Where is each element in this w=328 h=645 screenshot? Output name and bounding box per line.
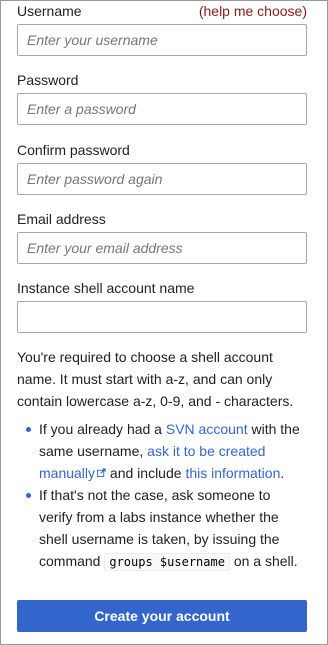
bullet2-text-2: on a shell. [229, 553, 298, 569]
list-item: If that's not the case, ask someone to v… [26, 484, 307, 573]
email-input[interactable]: Enter your email address [17, 232, 307, 264]
username-label-row: Username (help me choose) [17, 3, 307, 19]
bullet1-text-3: and include [106, 465, 186, 481]
bullet1-text-1: If you already had a [39, 421, 166, 437]
bullet1-text-4: . [280, 465, 285, 481]
username-placeholder: Enter your username [27, 32, 158, 48]
svn-account-link[interactable]: SVN account [166, 421, 248, 437]
confirm-password-input[interactable]: Enter password again [17, 163, 307, 195]
create-account-button[interactable]: Create your account [17, 600, 307, 632]
shell-account-group: Instance shell account name [17, 280, 307, 333]
email-group: Email address Enter your email address [17, 211, 307, 264]
shell-account-input[interactable] [17, 301, 307, 333]
password-input[interactable]: Enter a password [17, 93, 307, 125]
username-input[interactable]: Enter your username [17, 24, 307, 56]
email-placeholder: Enter your email address [27, 240, 183, 256]
confirm-password-placeholder: Enter password again [27, 171, 163, 187]
username-group: Username (help me choose) Enter your use… [17, 3, 307, 56]
this-information-link[interactable]: this information [185, 465, 280, 481]
groups-command-code: groups $username [104, 553, 230, 571]
password-label: Password [17, 72, 79, 88]
shell-account-label: Instance shell account name [17, 280, 195, 296]
shell-account-intro: You're required to choose a shell accoun… [17, 349, 294, 409]
confirm-password-group: Confirm password Enter password again [17, 142, 307, 195]
list-item: If you already had a SVN account with th… [26, 418, 307, 484]
shell-account-help: You're required to choose a shell accoun… [17, 346, 307, 573]
password-group: Password Enter a password [17, 72, 307, 125]
username-label: Username [17, 3, 82, 19]
help-me-choose-link[interactable]: (help me choose) [199, 3, 307, 19]
email-label: Email address [17, 211, 106, 227]
password-placeholder: Enter a password [27, 101, 136, 117]
help-bullets: If you already had a SVN account with th… [17, 418, 307, 573]
confirm-password-label: Confirm password [17, 142, 130, 158]
external-link-icon [97, 468, 106, 477]
